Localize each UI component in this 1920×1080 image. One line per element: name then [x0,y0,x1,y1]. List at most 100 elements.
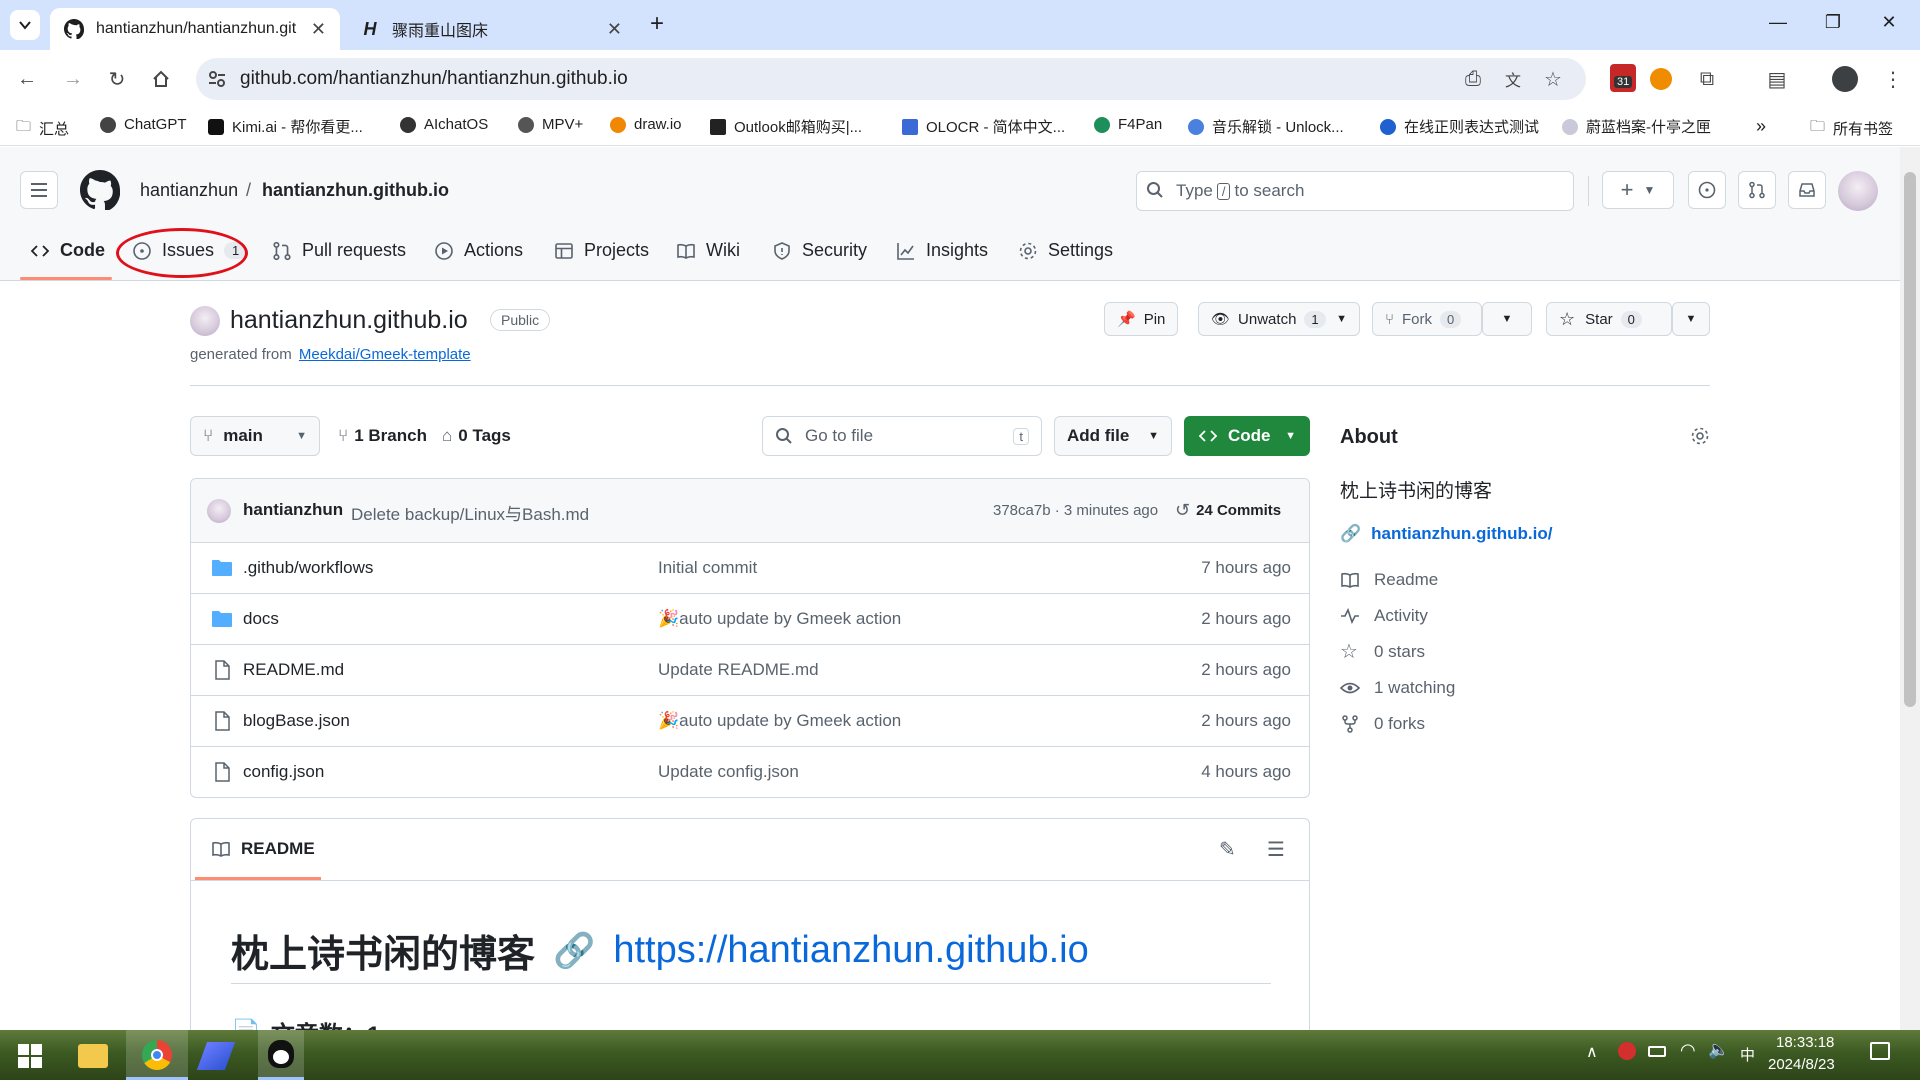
bookmark-kimi[interactable]: Kimi.ai - 帮你看更... [208,116,363,137]
branches-link[interactable]: ⑂ 1 Branch [338,426,427,446]
tab-actions[interactable]: Actions [434,240,523,261]
unwatch-button[interactable]: 👁 Unwatch 1 ▼ [1198,302,1360,336]
repo-title[interactable]: hantianzhun.github.io [230,306,468,335]
new-tab-button[interactable]: + [650,10,664,38]
orange-extension-icon[interactable] [1650,68,1672,90]
bookmark-mpv[interactable]: MPV+ [518,116,583,133]
bookmark-chatgpt[interactable]: ChatGPT [100,116,187,133]
extensions-puzzle-icon[interactable]: ⧉ [1694,66,1720,92]
site-info-icon[interactable] [206,68,228,90]
file-row[interactable]: config.json Update config.json 4 hours a… [191,747,1309,797]
tab-insights[interactable]: Insights [896,240,988,261]
file-row[interactable]: README.md Update README.md 2 hours ago [191,645,1309,696]
clock-date[interactable]: 2024/8/23 [1768,1056,1835,1073]
bookmark-folder-summary[interactable]: 🗀 汇总 [16,116,69,141]
close-tab-icon[interactable]: ✕ [607,19,622,40]
volume-icon[interactable]: 🔈 [1708,1040,1729,1060]
file-commit-message[interactable]: 🎉auto update by Gmeek action [658,711,901,731]
about-settings-gear-icon[interactable] [1690,426,1710,446]
ime-indicator[interactable]: 中 [1740,1044,1755,1065]
bookmark-star-icon[interactable]: ☆ [1540,66,1566,92]
tab-projects[interactable]: Projects [554,240,649,261]
clock-time[interactable]: 18:33:18 [1776,1034,1834,1051]
more-bookmarks-icon[interactable]: » [1756,116,1766,137]
star-list-dropdown-button[interactable]: ▼ [1672,302,1710,336]
tab-security[interactable]: Security [772,240,867,261]
file-row[interactable]: .github/workflows Initial commit 7 hours… [191,543,1309,594]
commit-author[interactable]: hantianzhun [243,500,343,520]
file-commit-message[interactable]: Update config.json [658,762,799,782]
bookmark-olocr[interactable]: OLOCR - 简体中文... [902,116,1065,137]
file-commit-message[interactable]: Update README.md [658,660,819,680]
bookmark-regex[interactable]: 在线正则表达式测试 [1380,116,1539,137]
hamburger-menu-button[interactable] [20,171,58,209]
chrome-taskbar-icon[interactable] [126,1030,188,1080]
file-name[interactable]: .github/workflows [243,558,373,578]
tray-app-icon[interactable] [1618,1042,1636,1060]
commit-author-avatar[interactable] [207,499,231,523]
file-commit-message[interactable]: Initial commit [658,558,757,578]
tab-settings[interactable]: Settings [1018,240,1113,261]
pin-button[interactable]: 📌 Pin [1104,302,1179,336]
qq-taskbar-icon[interactable] [258,1030,304,1080]
pull-requests-header-button[interactable] [1738,171,1776,209]
about-readme[interactable]: Readme [1340,570,1438,590]
calendar-extension-icon[interactable]: 31 [1610,64,1636,92]
add-file-button[interactable]: Add file ▼ [1054,416,1172,456]
breadcrumb-owner[interactable]: hantianzhun [140,180,238,201]
url-text[interactable]: github.com/hantianzhun/hantianzhun.githu… [240,68,628,90]
tags-link[interactable]: ⌂ 0 Tags [442,426,511,446]
user-avatar[interactable] [1838,171,1878,211]
home-icon[interactable] [148,66,174,92]
tab-code[interactable]: Code [30,240,105,261]
go-to-file-input[interactable]: Go to file t [762,416,1042,456]
branch-selector[interactable]: ⑂ main ▼ [190,416,320,456]
close-window-icon[interactable]: ✕ [1866,12,1912,33]
code-button[interactable]: Code ▼ [1184,416,1310,456]
commit-sha-time[interactable]: 378ca7b · 3 minutes ago [993,502,1158,519]
about-activity[interactable]: Activity [1340,606,1428,626]
github-logo-icon[interactable] [80,170,120,210]
about-website-link[interactable]: 🔗 hantianzhun.github.io/ [1340,524,1552,544]
all-bookmarks[interactable]: 🗀 所有书签 [1810,116,1893,141]
bookmark-music-unlock[interactable]: 音乐解锁 - Unlock... [1188,116,1344,137]
fork-dropdown-button[interactable]: ▼ [1482,302,1532,336]
tab-pull-requests[interactable]: Pull requests [272,240,406,261]
bookmark-aichatos[interactable]: AIchatOS [400,116,488,133]
reload-icon[interactable]: ↻ [104,66,130,92]
file-row[interactable]: docs 🎉auto update by Gmeek action 2 hour… [191,594,1309,645]
template-link[interactable]: Meekdai/Gmeek-template [299,346,471,363]
notification-center-icon[interactable] [1870,1042,1890,1060]
file-commit-message[interactable]: 🎉auto update by Gmeek action [658,609,901,629]
inbox-button[interactable] [1788,171,1826,209]
translate-icon[interactable]: 文 [1500,66,1526,92]
restore-icon[interactable]: ❐ [1810,12,1856,33]
forward-icon[interactable]: → [60,66,86,92]
file-explorer-icon[interactable] [78,1044,108,1068]
readme-site-link[interactable]: https://hantianzhun.github.io [613,929,1088,972]
readme-tab[interactable]: README [211,839,315,859]
browser-tab-image-host[interactable]: H 骤雨重山图床 ✕ [346,8,636,50]
tab-wiki[interactable]: Wiki [676,240,740,261]
file-row[interactable]: blogBase.json 🎉auto update by Gmeek acti… [191,696,1309,747]
bookmark-outlook[interactable]: Outlook邮箱购买|... [710,116,862,137]
bookmark-f4pan[interactable]: F4Pan [1094,116,1162,133]
file-name[interactable]: README.md [243,660,344,680]
star-button[interactable]: ☆ Star 0 [1546,302,1672,336]
create-new-button[interactable]: + ▼ [1602,171,1674,209]
install-app-icon[interactable]: ⎙ [1460,66,1486,92]
tab-search-button[interactable] [10,10,40,40]
side-panel-icon[interactable]: ▤ [1764,66,1790,92]
scrollbar-thumb[interactable] [1904,172,1916,707]
about-watching[interactable]: 1 watching [1340,678,1455,698]
file-name[interactable]: config.json [243,762,324,782]
wifi-icon[interactable]: ◠ [1680,1040,1696,1061]
windows-start-icon[interactable] [18,1044,42,1068]
breadcrumb-repo[interactable]: hantianzhun.github.io [262,180,449,201]
edit-pencil-icon[interactable]: ✎ [1219,837,1236,862]
browser-tab-github[interactable]: hantianzhun/hantianzhun.git ✕ [50,8,340,50]
file-name[interactable]: docs [243,609,279,629]
tray-chevron-up-icon[interactable]: ∧ [1586,1042,1598,1062]
menu-kebab-icon[interactable]: ⋮ [1880,66,1906,92]
minimize-icon[interactable]: — [1755,12,1801,33]
